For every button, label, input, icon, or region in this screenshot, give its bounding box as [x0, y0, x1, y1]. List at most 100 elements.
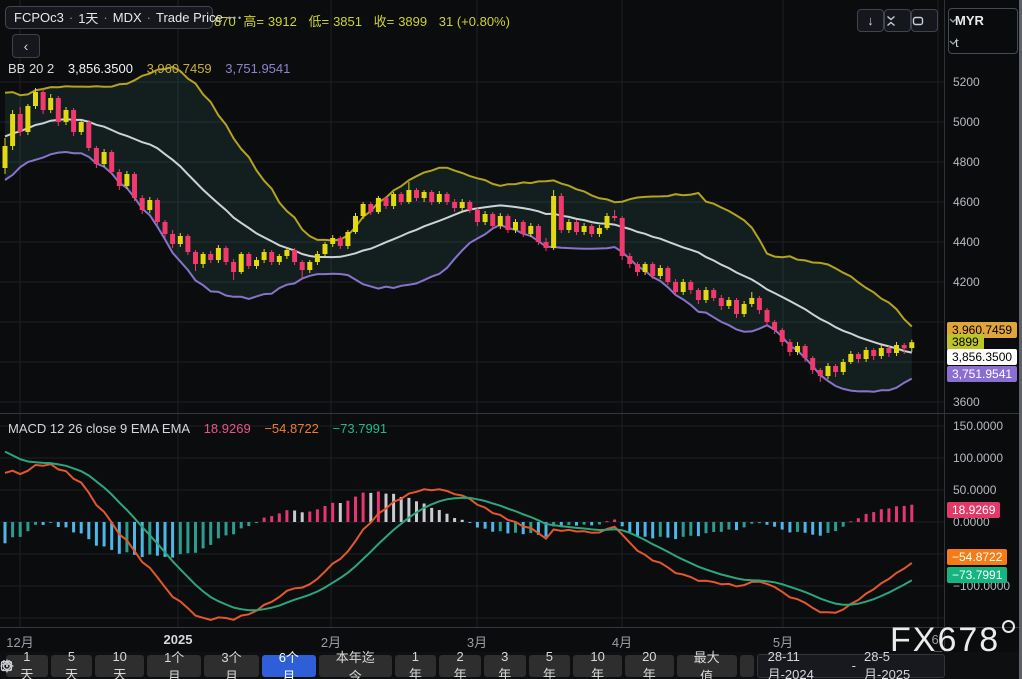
candle: [246, 254, 252, 266]
macd-histogram-bar: [765, 522, 769, 525]
macd-histogram-bar: [11, 522, 15, 538]
back-button[interactable]: ‹: [12, 34, 40, 58]
macd-histogram-bar: [216, 522, 220, 539]
macd-histogram-bar: [285, 510, 289, 522]
candle: [330, 238, 336, 244]
price-tick-4400: 4400: [953, 235, 980, 249]
macd-histogram-bar: [902, 505, 906, 522]
price-scale-axis[interactable]: MYR t 5200 5000 4800 4600 4400 4200 3600 150.00…: [944, 0, 1022, 652]
range-button-3个月[interactable]: 3个月: [204, 650, 259, 679]
candle: [421, 192, 427, 198]
macd-histogram-bar: [887, 508, 891, 522]
candle: [596, 228, 602, 234]
candle: [680, 282, 686, 292]
range-settings-button[interactable]: [0, 654, 754, 677]
collapse-vertical-icon: [887, 15, 895, 26]
candle: [787, 342, 793, 352]
candle: [375, 198, 381, 212]
range-button-10年[interactable]: 10年: [573, 649, 622, 679]
candle: [391, 194, 397, 206]
unit-dropdown[interactable]: t: [949, 31, 1017, 53]
range-button-10天[interactable]: 10天: [95, 649, 145, 679]
candle: [673, 282, 679, 292]
candle: [711, 290, 717, 298]
candle: [63, 110, 69, 122]
macd-histogram-bar: [87, 522, 91, 540]
chevron-left-icon: ‹: [23, 38, 29, 54]
pane-divider[interactable]: [0, 413, 1022, 414]
candle: [124, 174, 130, 186]
range-button-3年[interactable]: 3年: [483, 649, 526, 679]
macd-histogram-bar: [727, 522, 731, 530]
macd-chart-canvas[interactable]: [0, 414, 944, 627]
candle: [223, 248, 229, 262]
range-button-5天[interactable]: 5天: [50, 649, 93, 679]
chevron-down-icon: [949, 40, 957, 45]
price-tick-5000: 5000: [953, 115, 980, 129]
candle: [17, 114, 23, 132]
macd-histogram-bar: [475, 522, 479, 528]
macd-histogram-bar: [110, 522, 114, 550]
macd-histogram-bar: [437, 510, 441, 522]
candle: [558, 196, 564, 230]
macd-histogram-bar: [582, 522, 586, 525]
macd-indicator-legend[interactable]: MACD 12 26 close 9 EMA EMA 18.9269 −54.8…: [8, 421, 397, 436]
candle: [231, 262, 237, 272]
range-button-5年[interactable]: 5年: [528, 649, 571, 679]
macd-title[interactable]: MACD 12 26 close 9 EMA EMA: [8, 421, 190, 436]
macd-histogram-bar: [742, 522, 746, 528]
candle: [33, 92, 38, 106]
macd-histogram-bar: [361, 492, 365, 522]
range-button-最大值[interactable]: 最大值: [676, 650, 737, 679]
candle: [109, 152, 115, 172]
maximize-pane-button[interactable]: [911, 9, 938, 32]
macd-histogram-bar: [856, 518, 860, 522]
ohlc-low: 低= 3851: [308, 14, 362, 29]
candle: [581, 226, 587, 232]
macd-label-pill: 18.9269: [947, 501, 1001, 518]
candle: [535, 226, 541, 242]
macd-histogram-bar: [346, 500, 350, 522]
candle: [497, 216, 503, 226]
range-button-20年[interactable]: 20年: [624, 649, 674, 679]
bb-lower-value: 3,751.9541: [225, 61, 291, 76]
macd-histogram-bar: [308, 511, 312, 522]
range-button-2年[interactable]: 2年: [439, 649, 481, 679]
candle: [406, 190, 412, 202]
ohlc-high: 高= 3912: [243, 14, 297, 29]
scroll-to-recent-button[interactable]: ↓: [857, 9, 884, 32]
bb-title[interactable]: BB 20 2: [8, 61, 54, 76]
time-range-toolbar: 1天 5天 10天 1个月 3个月 6个月 本年迄今 1年 2年 3年 5年 10年 20年 最大值 28-…: [0, 649, 1022, 679]
range-button-1个月[interactable]: 1个月: [147, 650, 202, 679]
candle: [269, 252, 275, 262]
macd-histogram-bar: [491, 522, 495, 532]
currency-dropdown[interactable]: MYR: [949, 9, 1017, 31]
macd-tick: 100.0000: [953, 451, 1004, 465]
range-button-6个月[interactable]: 6个月: [261, 650, 316, 679]
macd-histogram-bar: [643, 522, 647, 537]
candle: [360, 204, 366, 216]
macd-histogram-bar: [750, 522, 754, 524]
symbol-legend[interactable]: FCPOc3 · 1天 · MDX · Trade Price •••: [5, 6, 241, 29]
price-tick-4200: 4200: [953, 275, 980, 289]
more-menu-icon[interactable]: •••: [228, 13, 243, 23]
candle: [116, 172, 122, 186]
candle: [855, 354, 861, 359]
candle: [101, 152, 107, 164]
candle: [665, 268, 671, 282]
range-button-1年[interactable]: 1年: [394, 649, 437, 679]
range-button-本年迄今[interactable]: 本年迄今: [318, 650, 392, 679]
candle: [833, 366, 839, 372]
candle: [863, 350, 869, 359]
arrow-down-icon: ↓: [867, 13, 874, 28]
candle: [254, 260, 259, 266]
macd-histogram-bar: [834, 522, 838, 532]
collapse-pane-button[interactable]: [884, 9, 911, 32]
candle: [238, 254, 244, 272]
macd-histogram-bar: [369, 492, 373, 522]
macd-histogram-bar: [3, 522, 7, 544]
legend-separator: ·: [146, 10, 151, 25]
candle: [764, 310, 770, 322]
candle: [772, 322, 778, 330]
bb-indicator-legend[interactable]: BB 20 2 3,856.3500 3,960.7459 3,751.9541: [8, 61, 300, 76]
